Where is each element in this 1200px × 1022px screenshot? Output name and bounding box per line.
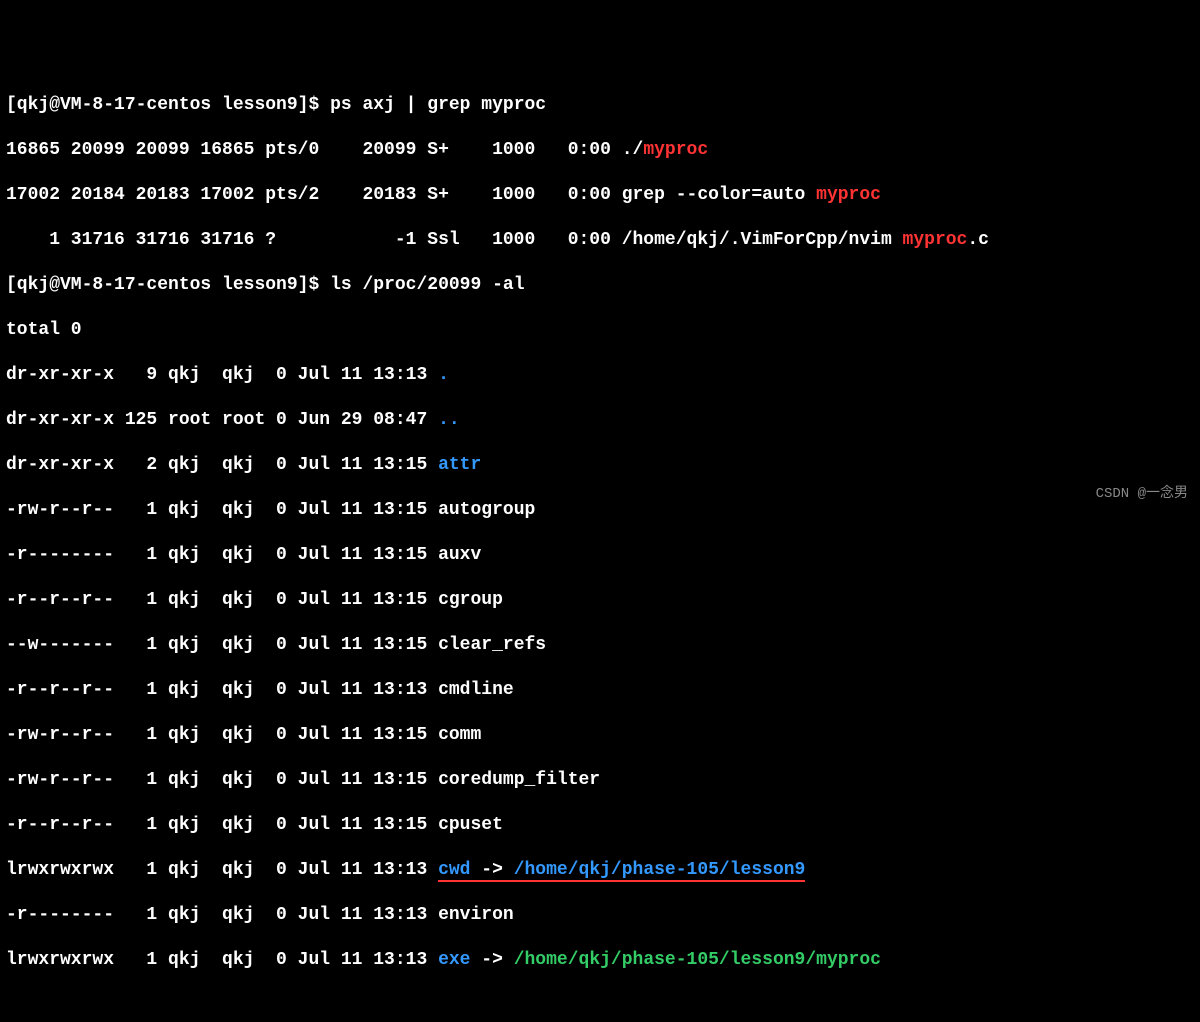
ls-total: total 0 [6, 319, 1194, 342]
file-auxv: auxv [438, 545, 481, 565]
symlink-cwd: cwd [438, 860, 470, 882]
ps-row-1: 17002 20184 20183 17002 pts/2 20183 S+ 1… [6, 184, 1194, 207]
cmd-1: ps axj | grep myproc [330, 95, 546, 115]
cmd-2: ls /proc/20099 -al [330, 275, 524, 295]
symlink-cwd-target: /home/qkj/phase-105/lesson9 [514, 860, 806, 882]
file-cpuset: cpuset [438, 815, 503, 835]
ps-row-0: 16865 20099 20099 16865 pts/0 20099 S+ 1… [6, 139, 1194, 162]
file-clear-refs: clear_refs [438, 635, 546, 655]
file-comm: comm [438, 725, 481, 745]
prompt-line-2: [qkj@VM-8-17-centos lesson9]$ ls /proc/2… [6, 274, 1194, 297]
ls-row: --w------- 1 qkj qkj 0 Jul 11 13:15 clea… [6, 634, 1194, 657]
ls-row: dr-xr-xr-x 2 qkj qkj 0 Jul 11 13:15 attr [6, 454, 1194, 477]
ls-row: -rw-r--r-- 1 qkj qkj 0 Jul 11 13:15 auto… [6, 499, 1194, 522]
ls-row: -rw-r--r-- 1 qkj qkj 0 Jul 11 13:15 core… [6, 769, 1194, 792]
ls-row: -r-------- 1 qkj qkj 0 Jul 11 13:13 envi… [6, 904, 1194, 927]
ls-row: -r-------- 1 qkj qkj 0 Jul 11 13:15 auxv [6, 544, 1194, 567]
ls-row: dr-xr-xr-x 125 root root 0 Jun 29 08:47 … [6, 409, 1194, 432]
file-cmdline: cmdline [438, 680, 514, 700]
symlink-exe-target: /home/qkj/phase-105/lesson9/myproc [514, 950, 881, 970]
ls-row-exe: lrwxrwxrwx 1 qkj qkj 0 Jul 11 13:13 exe … [6, 949, 1194, 972]
file-environ: environ [438, 905, 514, 925]
file-autogroup: autogroup [438, 500, 535, 520]
prompt-line-1: [qkj@VM-8-17-centos lesson9]$ ps axj | g… [6, 94, 1194, 117]
ls-row: -r--r--r-- 1 qkj qkj 0 Jul 11 13:13 cmdl… [6, 679, 1194, 702]
file-cgroup: cgroup [438, 590, 503, 610]
ps-row-2: 1 31716 31716 31716 ? -1 Ssl 1000 0:00 /… [6, 229, 1194, 252]
ls-row: -r--r--r-- 1 qkj qkj 0 Jul 11 13:15 cpus… [6, 814, 1194, 837]
match-myproc: myproc [643, 140, 708, 160]
ls-row: -rw-r--r-- 1 qkj qkj 0 Jul 11 13:15 comm [6, 724, 1194, 747]
watermark: CSDN @一念男 [1096, 486, 1188, 504]
file-coredump-filter: coredump_filter [438, 770, 600, 790]
ls-row-cwd: lrwxrwxrwx 1 qkj qkj 0 Jul 11 13:13 cwd … [6, 859, 1194, 882]
dir-dot: . [438, 365, 449, 385]
dir-dotdot: .. [438, 410, 460, 430]
ls-row: dr-xr-xr-x 9 qkj qkj 0 Jul 11 13:13 . [6, 364, 1194, 387]
dir-attr: attr [438, 455, 481, 475]
prompt-2: [qkj@VM-8-17-centos lesson9]$ [6, 275, 330, 295]
match-myproc: myproc [816, 185, 881, 205]
ls-row: -r--r--r-- 1 qkj qkj 0 Jul 11 13:15 cgro… [6, 589, 1194, 612]
symlink-exe: exe [438, 950, 470, 970]
prompt-1: [qkj@VM-8-17-centos lesson9]$ [6, 95, 330, 115]
match-myproc: myproc [903, 230, 968, 250]
